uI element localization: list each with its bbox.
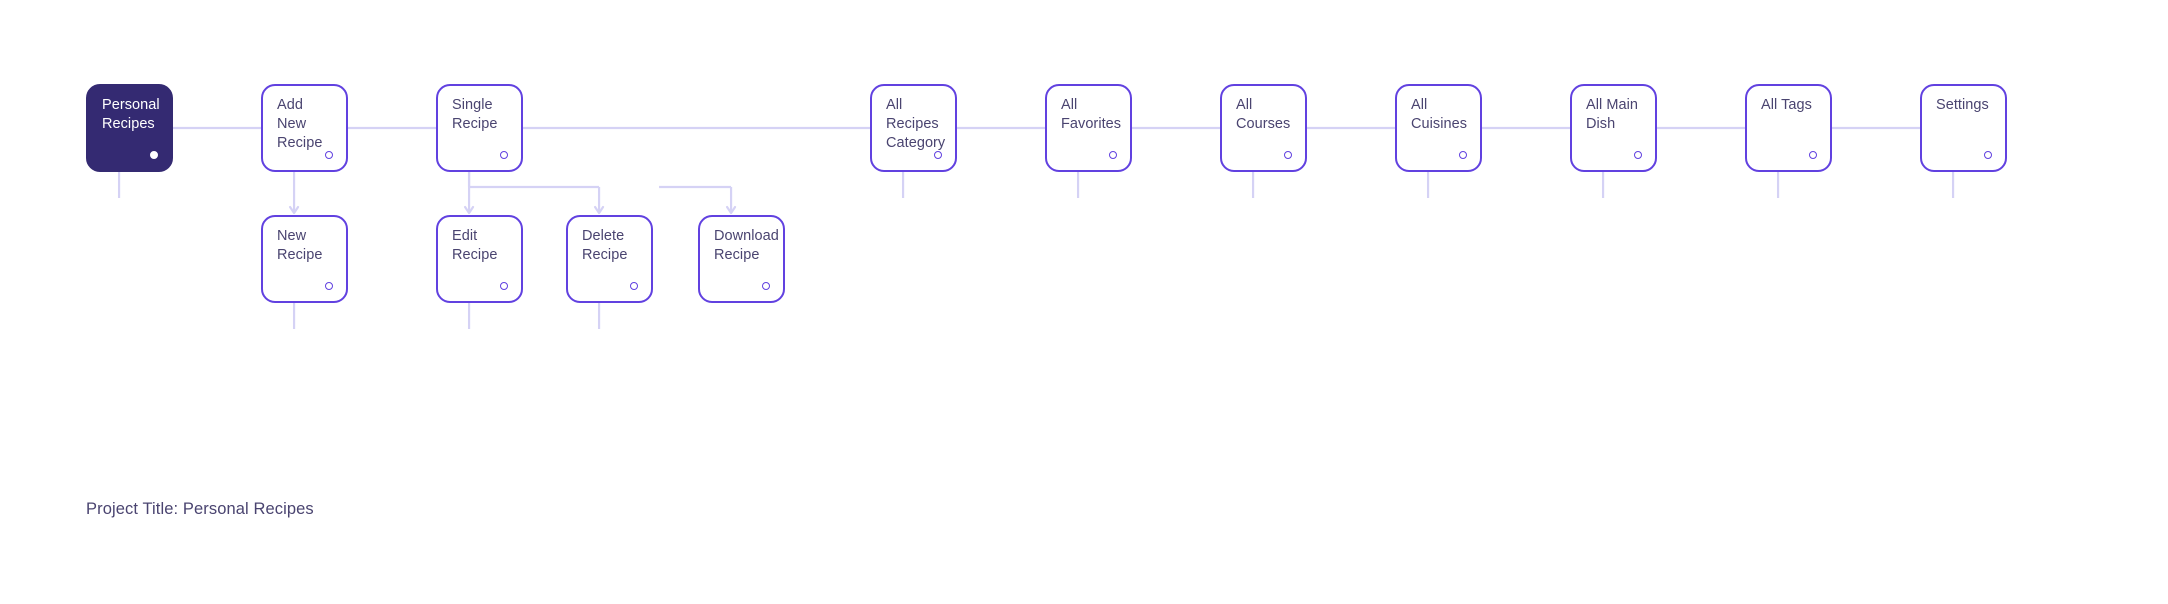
node-label-all-main-dish: All Main Dish <box>1586 97 1638 133</box>
node-handle-icon-settings[interactable] <box>1984 151 1992 159</box>
node-handle-icon-all-recipes-category[interactable] <box>934 151 942 159</box>
node-label-all-courses: All Courses <box>1236 97 1291 133</box>
project-title-caption: Project Title: Personal Recipes <box>86 500 314 518</box>
node-handle-icon-edit-recipe[interactable] <box>500 282 508 290</box>
node-label-all-tags: All Tags <box>1761 97 1812 113</box>
node-label-all-favorites: All Favorites <box>1061 97 1122 133</box>
node-label-single-recipe: Single Recipe <box>452 97 498 133</box>
node-new-recipe[interactable]: New Recipe <box>261 215 348 303</box>
node-personal-recipes[interactable]: Personal Recipes <box>86 84 173 172</box>
flowchart-canvas: Personal Recipes Add New Recipe Single Rec… <box>0 0 2168 604</box>
node-settings[interactable]: Settings <box>1920 84 2007 172</box>
node-single-recipe[interactable]: Single Recipe <box>436 84 523 172</box>
node-label-add-new-recipe: Add New Recipe <box>277 97 323 152</box>
node-label-edit-recipe: Edit Recipe <box>452 228 498 264</box>
node-edit-recipe[interactable]: Edit Recipe <box>436 215 523 303</box>
node-handle-icon-delete-recipe[interactable] <box>630 282 638 290</box>
arrowhead-single-to-deleterecipe <box>593 205 605 215</box>
node-handle-icon-all-cuisines[interactable] <box>1459 151 1467 159</box>
node-all-courses[interactable]: All Courses <box>1220 84 1307 172</box>
edge-addnew-to-newrecipe <box>288 172 300 215</box>
node-delete-recipe[interactable]: Delete Recipe <box>566 215 653 303</box>
node-label-all-recipes-category: All Recipes Category <box>886 97 946 152</box>
node-handle-icon-new-recipe[interactable] <box>325 282 333 290</box>
edge-single-to-editrecipe <box>463 172 475 215</box>
node-label-delete-recipe: Delete Recipe <box>582 228 628 264</box>
node-label-personal-recipes: Personal Recipes <box>102 97 160 133</box>
edge-single-to-deleterecipe <box>467 172 605 215</box>
edge-to-downloadrecipe <box>659 185 737 215</box>
node-handle-icon-add-new-recipe[interactable] <box>325 151 333 159</box>
node-label-settings: Settings <box>1936 97 1989 113</box>
node-all-main-dish[interactable]: All Main Dish <box>1570 84 1657 172</box>
node-label-new-recipe: New Recipe <box>277 228 323 264</box>
node-handle-icon-all-tags[interactable] <box>1809 151 1817 159</box>
node-handle-icon-all-courses[interactable] <box>1284 151 1292 159</box>
node-label-all-cuisines: All Cuisines <box>1411 97 1468 133</box>
node-handle-icon-all-favorites[interactable] <box>1109 151 1117 159</box>
node-all-recipes-category[interactable]: All Recipes Category <box>870 84 957 172</box>
node-label-download-recipe: Download Recipe <box>714 228 779 264</box>
node-handle-icon-all-main-dish[interactable] <box>1634 151 1642 159</box>
node-all-cuisines[interactable]: All Cuisines <box>1395 84 1482 172</box>
node-download-recipe[interactable]: Download Recipe <box>698 215 785 303</box>
node-handle-icon-personal-recipes[interactable] <box>150 151 158 159</box>
node-handle-icon-single-recipe[interactable] <box>500 151 508 159</box>
arrowhead-single-to-editrecipe <box>463 205 475 215</box>
arrowhead-addnew-to-newrecipe <box>288 205 300 215</box>
node-handle-icon-download-recipe[interactable] <box>762 282 770 290</box>
node-add-new-recipe[interactable]: Add New Recipe <box>261 84 348 172</box>
arrowhead-to-downloadrecipe <box>725 205 737 215</box>
node-all-favorites[interactable]: All Favorites <box>1045 84 1132 172</box>
node-all-tags[interactable]: All Tags <box>1745 84 1832 172</box>
